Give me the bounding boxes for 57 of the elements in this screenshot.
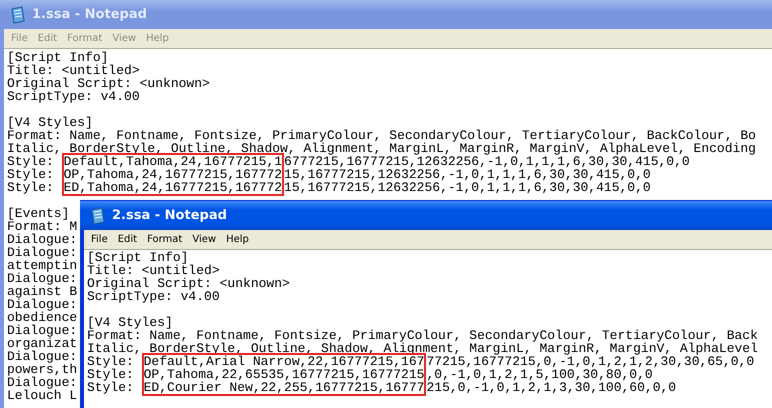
text-line: Title: <untitled> <box>7 64 140 77</box>
text-line: 6777215,16777215,12632256,-1,0,1,1,1,6,30,30,415,0,0 <box>284 155 690 168</box>
text-line: [Script Info] <box>87 251 188 264</box>
text-line: Italic, BorderStyle, Outline, Shadow, Alignment, MarginL, MarginR, MarginV, AlphaLevel <box>87 342 758 355</box>
menu-item[interactable]: Format <box>142 234 188 245</box>
text-line: [Script Info] <box>7 51 108 64</box>
text-line: OP,Tahoma,24,16777215,167772 <box>64 168 282 181</box>
menu-item[interactable]: Help <box>221 234 254 245</box>
text-line: Lelouch L <box>7 389 78 402</box>
text-line: Default,Arial Narrow,22,16777215,167 <box>144 355 424 368</box>
text-line: against B <box>7 285 78 298</box>
text-line: Title: <untitled> <box>87 264 220 277</box>
text-line: OP,Tahoma,22,65535,16777215,16777215 <box>144 368 424 381</box>
text-line: Default,Tahoma,24,16777215,1 <box>64 155 282 168</box>
text-line: Original Script: <unknown> <box>7 77 210 90</box>
text-line: Dialogue: <box>7 376 78 389</box>
text-line: Style: <box>7 155 54 168</box>
notepad-icon <box>90 206 106 224</box>
text-line: [V4 Styles] <box>87 316 173 329</box>
window-title: 1.ssa - Notepad <box>32 7 147 22</box>
text-line: organizat <box>7 337 78 350</box>
text-line: Dialogue: <box>7 233 78 246</box>
text-line: [V4 Styles] <box>7 116 93 129</box>
text-line: Style: <box>87 381 135 394</box>
text-line: Format: Name, Fontname, Fontsize, PrimaryColour, SecondaryColour, TertiaryColour, Back <box>87 329 758 342</box>
menu-item[interactable]: File <box>86 234 113 245</box>
text-line: Dialogue: <box>7 246 78 259</box>
text-line: Style: <box>87 355 134 368</box>
text-line: Style: <box>87 368 135 381</box>
text-line: ,0,-1,0,1,2,1,5,100,30,80,0,0 <box>426 368 653 381</box>
text-line: attemptin <box>7 259 78 272</box>
text-line: Format: M <box>7 220 78 233</box>
text-line: Style: <box>7 168 55 181</box>
text-line: Style: <box>7 181 55 194</box>
text-line: Dialogue: <box>7 272 78 285</box>
text-line: ScriptType: v4.00 <box>87 290 220 303</box>
text-line: Format: Name, Fontname, Fontsize, PrimaryColour, SecondaryColour, TertiaryColour, BackColour, Bo <box>7 129 756 142</box>
notepad-icon <box>10 6 26 24</box>
text-line: Dialogue: <box>7 324 78 337</box>
text-line: obedience <box>7 311 78 324</box>
text-line: 77215,16777215,0,-1,0,1,2,1,2,30,30,65,0,0 <box>426 355 754 368</box>
text-line: Dialogue: <box>7 350 78 363</box>
text-line: Dialogue: <box>7 298 78 311</box>
text-line: Italic, BorderStyle, Outline, Shadow, Alignment, MarginL, MarginR, MarginV, AlphaLevel, Encoding <box>7 142 756 155</box>
text-line: 215,0,-1,0,1,2,1,3,30,100,60,0,0 <box>426 381 676 394</box>
text-line: 15,16777215,12632256,-1,0,1,1,1,6,30,30,415,0,0 <box>284 168 651 181</box>
text-line: [Events] <box>7 207 70 220</box>
text-line: powers,th <box>7 363 78 376</box>
text-line: ScriptType: v4.00 <box>7 90 140 103</box>
text-line: 15,16777215,12632256,-1,0,1,1,1,6,30,30,415,0,0 <box>284 181 651 194</box>
menu-item[interactable]: View <box>187 234 222 245</box>
menu-item[interactable]: Edit <box>112 234 142 245</box>
window-title: 2.ssa - Notepad <box>112 208 227 223</box>
text-line: Original Script: <unknown> <box>87 277 290 290</box>
text-area[interactable] <box>84 250 772 408</box>
text-line: ED,Tahoma,24,16777215,167772 <box>64 181 282 194</box>
text-line: ED,Courier New,22,255,16777215,16777 <box>144 381 424 394</box>
